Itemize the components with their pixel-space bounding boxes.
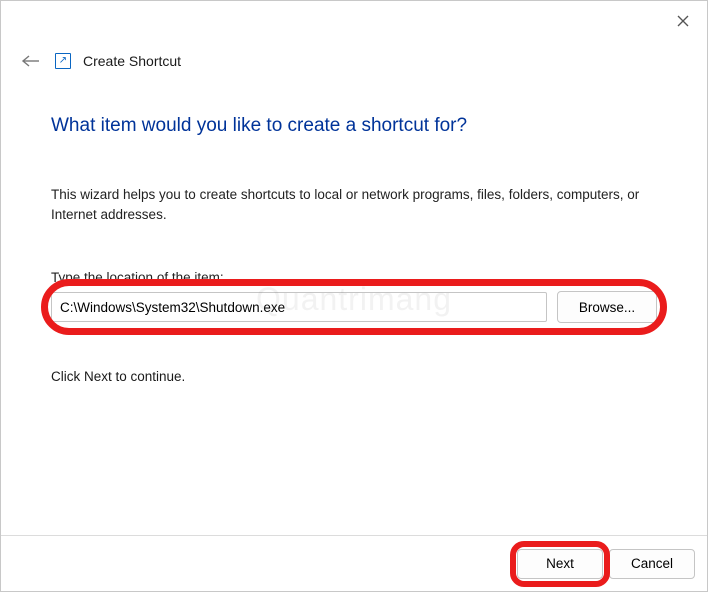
- location-input[interactable]: [51, 292, 547, 322]
- close-icon: [677, 15, 689, 27]
- next-button-wrap: Next: [517, 549, 603, 579]
- back-button[interactable]: [19, 49, 43, 73]
- continue-instruction: Click Next to continue.: [51, 369, 657, 384]
- content-area: What item would you like to create a sho…: [1, 81, 707, 384]
- create-shortcut-dialog: Create Shortcut What item would you like…: [0, 0, 708, 592]
- next-button[interactable]: Next: [517, 549, 603, 579]
- dialog-title: Create Shortcut: [83, 53, 181, 69]
- header-row: Create Shortcut: [1, 41, 707, 81]
- location-label: Type the location of the item:: [51, 270, 657, 285]
- dialog-footer: Next Cancel: [1, 535, 707, 591]
- browse-button[interactable]: Browse...: [557, 291, 657, 323]
- wizard-description: This wizard helps you to create shortcut…: [51, 185, 657, 224]
- back-arrow-icon: [21, 54, 41, 68]
- cancel-button[interactable]: Cancel: [609, 549, 695, 579]
- close-button[interactable]: [673, 11, 693, 31]
- titlebar: [1, 1, 707, 41]
- location-row: Browse...: [51, 291, 657, 323]
- shortcut-icon: [55, 53, 71, 69]
- page-heading: What item would you like to create a sho…: [51, 115, 657, 137]
